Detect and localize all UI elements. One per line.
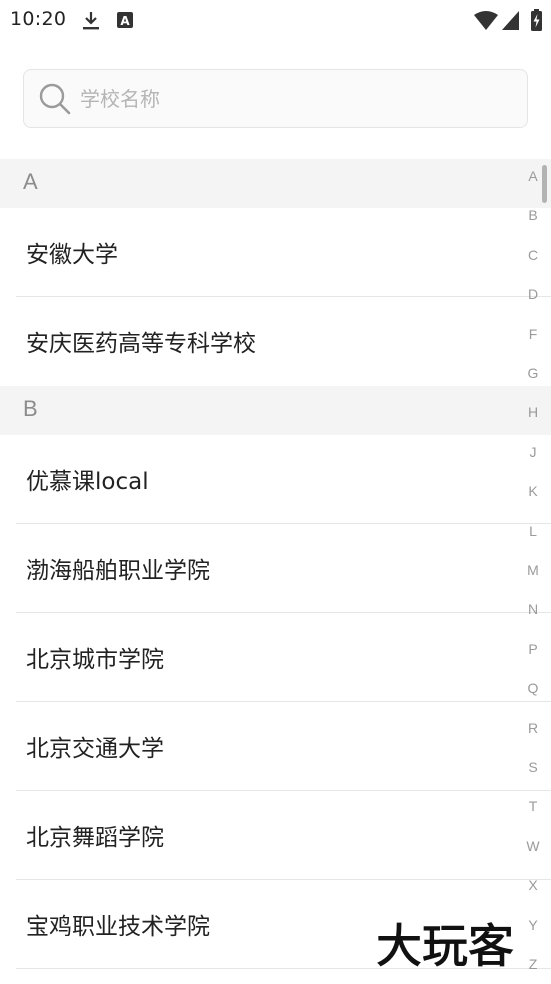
index-letter-s[interactable]: S	[525, 759, 541, 775]
download-icon	[83, 12, 99, 30]
watermark-logo: 大玩客	[376, 919, 515, 974]
wifi-icon	[474, 11, 498, 30]
svg-text:A: A	[120, 14, 130, 28]
school-name: 安徽大学	[26, 242, 118, 268]
battery-charging-icon	[531, 9, 542, 31]
list-item[interactable]: 安庆医药高等专科学校	[0, 297, 551, 386]
index-letter-k[interactable]: K	[525, 483, 541, 499]
list-item[interactable]: 北京城市学院	[0, 613, 551, 702]
list-item[interactable]: 渤海船舶职业学院	[0, 524, 551, 613]
index-letter-h[interactable]: H	[525, 404, 541, 420]
index-letter-l[interactable]: L	[525, 523, 541, 539]
section-header-a: A	[0, 159, 551, 208]
index-letter-n[interactable]: N	[525, 601, 541, 617]
watermark-text: 大玩客	[376, 919, 514, 973]
index-letter-f[interactable]: F	[525, 326, 541, 342]
index-letter-x[interactable]: X	[525, 877, 541, 893]
signal-icon	[502, 11, 519, 30]
index-letter-m[interactable]: M	[525, 562, 541, 578]
index-letter-p[interactable]: P	[525, 641, 541, 657]
index-letter-q[interactable]: Q	[525, 680, 541, 696]
notification-a-icon: A	[117, 12, 133, 28]
list-item[interactable]: 北京舞蹈学院	[0, 791, 551, 880]
status-bar: 10:20 A	[0, 0, 551, 42]
school-list[interactable]: A 安徽大学 安庆医药高等专科学校 B 优慕课local 渤海船舶职业学院 北京…	[0, 159, 551, 969]
index-letter-d[interactable]: D	[525, 286, 541, 302]
index-letter-w[interactable]: W	[525, 838, 541, 854]
school-name: 北京城市学院	[26, 647, 164, 673]
school-name: 优慕课local	[26, 469, 149, 495]
index-letter-b[interactable]: B	[525, 207, 541, 223]
index-letter-a[interactable]: A	[525, 168, 541, 184]
search-input[interactable]	[80, 70, 510, 127]
search-box[interactable]	[23, 69, 528, 128]
list-item[interactable]: 优慕课local	[0, 435, 551, 524]
school-name: 宝鸡职业技术学院	[26, 914, 210, 940]
section-letter: A	[23, 169, 38, 194]
section-letter: B	[23, 396, 38, 421]
index-letter-j[interactable]: J	[525, 444, 541, 460]
school-name: 安庆医药高等专科学校	[26, 331, 256, 357]
search-icon	[39, 83, 71, 115]
list-item[interactable]: 安徽大学	[0, 208, 551, 297]
school-name: 北京舞蹈学院	[26, 825, 164, 851]
index-letter-g[interactable]: G	[525, 365, 541, 381]
index-letter-t[interactable]: T	[525, 798, 541, 814]
index-letter-r[interactable]: R	[525, 720, 541, 736]
school-name: 北京交通大学	[26, 736, 164, 762]
status-time: 10:20	[10, 8, 67, 30]
alphabet-index-bar[interactable]: ABCDFGHJKLMNPQRSTWXYZ	[515, 168, 551, 978]
section-header-b: B	[0, 386, 551, 435]
school-name: 渤海船舶职业学院	[26, 558, 210, 584]
list-item[interactable]: 北京交通大学	[0, 702, 551, 791]
index-letter-c[interactable]: C	[525, 247, 541, 263]
